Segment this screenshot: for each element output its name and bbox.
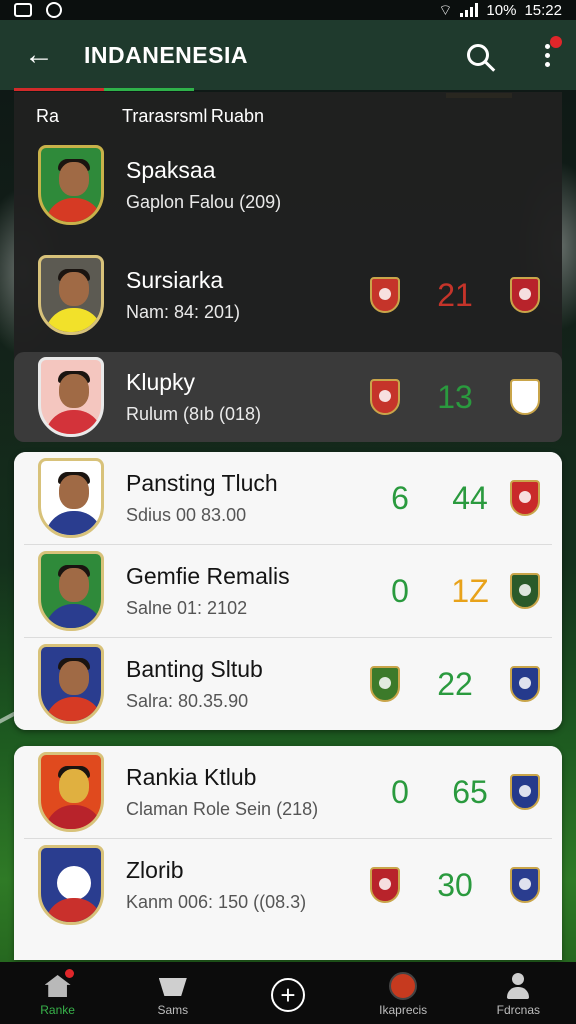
nav-label: Ikaprecis <box>379 1003 428 1017</box>
player-details: Claman Role Sein (218) <box>126 799 319 819</box>
nav-home[interactable]: Ranke <box>8 969 108 1017</box>
player-avatar <box>38 752 104 832</box>
wifi-icon: ⌔ <box>438 1 453 19</box>
player-details: Sdius 00 83.00 <box>126 505 247 525</box>
player-name: Pansting Tluch <box>126 470 278 496</box>
stat-value: 1Z <box>451 572 489 609</box>
player-details: Salra: 80.35.90 <box>126 691 249 711</box>
scores-icon <box>158 978 187 996</box>
status-bar: ⌔ 10% 15:22 <box>0 0 576 20</box>
club-badge-icon <box>370 277 400 313</box>
stat-value: 22 <box>437 665 473 702</box>
nav-label: Sams <box>157 1003 189 1017</box>
player-row[interactable]: Sursiarka Nam: 84: 201) 21 <box>14 250 562 340</box>
more-options-button[interactable] <box>532 30 562 80</box>
back-button[interactable]: ← <box>14 30 64 80</box>
club-badge-icon <box>510 480 540 516</box>
club-badge-icon <box>510 666 540 702</box>
player-avatar <box>38 145 104 225</box>
nav-profile[interactable]: Fdrcnas <box>468 973 568 1017</box>
player-name: Gemfie Remalis <box>126 563 290 589</box>
player-avatar <box>38 551 104 631</box>
home-icon <box>44 975 71 997</box>
clock: 15:22 <box>524 1 562 19</box>
player-row[interactable]: Zlorib Kanm 006: 150 ((08.3) 30 <box>14 839 562 931</box>
nav-matches[interactable]: Ikaprecis <box>353 972 453 1017</box>
player-avatar <box>38 357 104 437</box>
player-name: Zlorib <box>126 857 184 883</box>
player-avatar <box>38 644 104 724</box>
match-icon <box>389 972 418 1000</box>
stat-value: 21 <box>437 276 473 313</box>
notification-dot <box>64 969 74 978</box>
stat-value-primary: 6 <box>391 479 409 516</box>
club-badge-icon <box>370 867 400 903</box>
tab-accent-bar <box>14 88 194 91</box>
add-circle-icon: + <box>270 978 305 1012</box>
club-badge-icon <box>510 774 540 810</box>
page-title: INDANENESIA <box>84 41 248 68</box>
club-badge-icon <box>510 277 540 313</box>
player-row[interactable]: Pansting Tluch Sdius 00 83.00 6 44 <box>14 452 562 544</box>
player-row-selected[interactable]: Klupky Rulum (8ıb (018) 13 <box>14 352 562 442</box>
stat-value: 13 <box>437 378 473 415</box>
player-details: Kanm 006: 150 ((08.3) <box>126 892 307 912</box>
nav-add[interactable]: + <box>238 978 338 1012</box>
player-name: Klupky <box>126 369 196 395</box>
player-card-group: Pansting Tluch Sdius 00 83.00 6 44 Gemfi… <box>14 452 562 730</box>
column-header-name: Trarasrsml Ruabn <box>122 106 264 126</box>
nav-label: Ranke <box>40 1003 75 1017</box>
nav-scores[interactable]: Sams <box>123 973 223 1017</box>
battery-level: 10% <box>486 1 517 19</box>
column-header-rank: Ra <box>36 106 60 126</box>
signal-icon <box>460 3 479 17</box>
arrow-left-icon: ← <box>24 38 54 71</box>
player-name: Sursiarka <box>126 267 224 293</box>
search-button[interactable] <box>444 30 512 98</box>
club-badge-icon <box>510 573 540 609</box>
club-badge-icon <box>370 379 400 415</box>
player-row[interactable]: Rankia Ktlub Claman Role Sein (218) 0 65 <box>14 746 562 838</box>
player-avatar <box>38 845 104 925</box>
app-bar: ← INDANENESIA <box>0 20 576 98</box>
player-name: Rankia Ktlub <box>126 764 257 790</box>
gallery-icon <box>14 3 32 17</box>
club-badge-icon <box>510 379 540 415</box>
player-details: Rulum (8ıb (018) <box>126 404 262 424</box>
player-details: Nam: 84: 201) <box>126 302 241 322</box>
player-row[interactable]: Spaksaa Gaplon Falou (209) <box>14 140 562 230</box>
profile-icon <box>505 973 531 999</box>
player-card-group: Rankia Ktlub Claman Role Sein (218) 0 65… <box>14 746 562 960</box>
player-row[interactable]: Banting Sltub Salra: 80.35.90 22 <box>14 638 562 730</box>
club-badge-icon <box>510 867 540 903</box>
stat-value: 44 <box>452 479 488 516</box>
stat-value: 30 <box>437 866 473 903</box>
nav-label: Fdrcnas <box>496 1003 541 1017</box>
club-badge-icon <box>370 666 400 702</box>
player-details: Salne 01: 2102 <box>126 598 248 618</box>
stat-value: 65 <box>452 773 488 810</box>
player-name: Spaksaa <box>126 157 216 183</box>
bottom-navigation: Ranke Sams + Ikaprecis Fdrcnas <box>0 962 576 1024</box>
player-row[interactable]: Gemfie Remalis Salne 01: 2102 0 1Z <box>14 545 562 637</box>
notification-dot <box>550 36 562 48</box>
stat-value-primary: 0 <box>391 773 409 810</box>
player-name: Banting Sltub <box>126 656 263 682</box>
sync-icon <box>46 2 62 18</box>
search-icon <box>467 44 489 66</box>
player-avatar <box>38 255 104 335</box>
player-details: Gaplon Falou (209) <box>126 192 282 212</box>
player-avatar <box>38 458 104 538</box>
stat-value-primary: 0 <box>391 572 409 609</box>
